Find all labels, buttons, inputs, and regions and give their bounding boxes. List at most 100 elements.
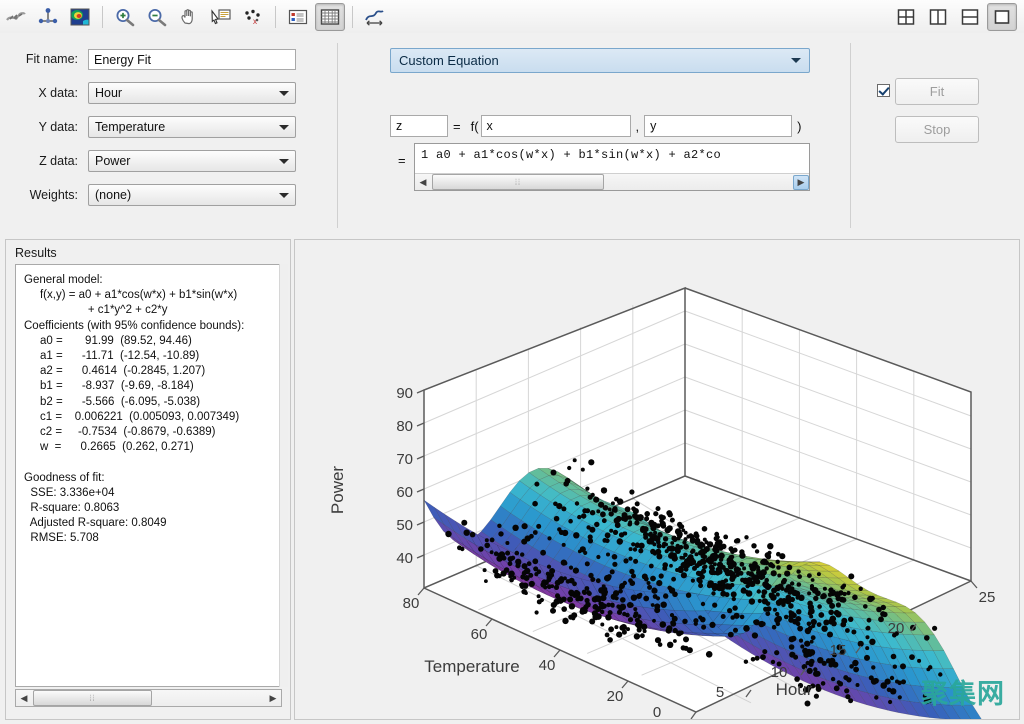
colormap-surface-icon[interactable] bbox=[65, 3, 95, 31]
equation-editor[interactable]: 1 a0 + a1*cos(w*x) + b1*sin(w*x) + a2*co… bbox=[414, 143, 810, 191]
toolbar-view-group: x bbox=[109, 3, 269, 31]
equation-scroll-thumb[interactable]: ⦙⦙ bbox=[432, 174, 604, 190]
results-textbox[interactable]: General model: f(x,y) = a0 + a1*cos(w*x)… bbox=[15, 264, 282, 687]
svg-text:15: 15 bbox=[830, 642, 847, 659]
zoom-in-icon[interactable] bbox=[110, 3, 140, 31]
weights-select[interactable]: (none) bbox=[88, 184, 296, 206]
weights-value: (none) bbox=[95, 188, 131, 202]
lower-area: Results General model: f(x,y) = a0 + a1*… bbox=[0, 236, 1024, 724]
z-data-label: Z data: bbox=[0, 154, 88, 168]
stop-button[interactable]: Stop bbox=[895, 116, 979, 143]
grid-icon[interactable] bbox=[315, 3, 345, 31]
independent-variable-x-input[interactable]: x bbox=[481, 115, 631, 137]
layout-vsplit-icon[interactable] bbox=[923, 3, 953, 31]
axes-limits-icon[interactable] bbox=[360, 3, 390, 31]
independent-variable-y-input[interactable]: y bbox=[644, 115, 792, 137]
close-paren: ) bbox=[792, 119, 806, 134]
fit-configuration-panel: Fit name: Energy Fit X data: Hour Y data… bbox=[0, 33, 1024, 236]
results-scroll-thumb[interactable]: ⦙⦙ bbox=[33, 690, 152, 706]
scroll-right-arrow-icon[interactable]: ▶ bbox=[793, 175, 809, 190]
svg-text:Power: Power bbox=[328, 466, 347, 515]
layout-single-icon[interactable] bbox=[987, 3, 1017, 31]
svg-text:0: 0 bbox=[653, 704, 661, 719]
z-data-row: Z data: Power bbox=[0, 149, 296, 173]
fit-button[interactable]: Fit bbox=[895, 78, 979, 105]
results-title: Results bbox=[15, 246, 57, 260]
surface-plot[interactable]: 90 80 70 60 50 40 Power 80 60 40 20 bbox=[295, 240, 1019, 719]
z-data-select[interactable]: Power bbox=[88, 150, 296, 172]
toolbar-divider-2 bbox=[275, 6, 276, 28]
z-data-value: Power bbox=[95, 154, 130, 168]
svg-text:25: 25 bbox=[979, 589, 996, 606]
svg-text:80: 80 bbox=[403, 595, 420, 612]
fit-type-value: Custom Equation bbox=[399, 53, 499, 68]
toolbar-display-group bbox=[282, 3, 346, 31]
fit-name-input[interactable]: Energy Fit bbox=[88, 49, 296, 70]
scroll-right-arrow-icon[interactable]: ▶ bbox=[265, 691, 281, 706]
exclude-points-icon[interactable]: x bbox=[238, 3, 268, 31]
f-open-paren: f( bbox=[466, 119, 481, 134]
results-vscrollbar[interactable] bbox=[279, 264, 288, 687]
chevron-down-icon bbox=[279, 159, 289, 164]
y-data-label: Y data: bbox=[0, 120, 88, 134]
svg-text:Temperature: Temperature bbox=[424, 657, 519, 676]
scroll-left-arrow-icon[interactable]: ◀ bbox=[415, 175, 431, 190]
svg-text:60: 60 bbox=[471, 626, 488, 643]
svg-text:80: 80 bbox=[396, 418, 413, 435]
chevron-down-icon bbox=[279, 125, 289, 130]
data-cursor-icon[interactable] bbox=[206, 3, 236, 31]
svg-text:Hour: Hour bbox=[776, 680, 813, 699]
scroll-left-arrow-icon[interactable]: ◀ bbox=[16, 691, 32, 706]
exclude-outliers-icon[interactable] bbox=[33, 3, 63, 31]
layout-quad-icon[interactable] bbox=[891, 3, 921, 31]
equation-body-equals: = bbox=[398, 153, 406, 168]
svg-text:70: 70 bbox=[396, 451, 413, 468]
fit-data-icon[interactable] bbox=[1, 3, 31, 31]
weights-label: Weights: bbox=[0, 188, 88, 202]
results-panel: Results General model: f(x,y) = a0 + a1*… bbox=[5, 239, 291, 720]
data-selection-group: Fit name: Energy Fit X data: Hour Y data… bbox=[0, 33, 337, 236]
pan-icon[interactable] bbox=[174, 3, 204, 31]
svg-text:x: x bbox=[253, 17, 257, 26]
layout-hsplit-icon[interactable] bbox=[955, 3, 985, 31]
y-data-select[interactable]: Temperature bbox=[88, 116, 296, 138]
dependent-variable-input[interactable]: z bbox=[390, 115, 448, 137]
fit-controls-group: Auto fit Fit Stop bbox=[851, 33, 1024, 236]
x-data-value: Hour bbox=[95, 86, 122, 100]
svg-text:40: 40 bbox=[539, 657, 556, 674]
results-text: General model: f(x,y) = a0 + a1*cos(w*x)… bbox=[16, 265, 281, 547]
zoom-out-icon[interactable] bbox=[142, 3, 172, 31]
svg-text:5: 5 bbox=[716, 684, 724, 701]
legend-icon[interactable] bbox=[283, 3, 313, 31]
svg-text:90: 90 bbox=[396, 385, 413, 402]
fit-name-label: Fit name: bbox=[0, 52, 88, 66]
svg-text:40: 40 bbox=[396, 550, 413, 567]
toolbar-right-group bbox=[890, 3, 1018, 31]
equation-text: 1 a0 + a1*cos(w*x) + b1*sin(w*x) + a2*co bbox=[415, 144, 809, 162]
watermark-text: 聚集网 bbox=[921, 672, 1005, 711]
chevron-down-icon bbox=[279, 193, 289, 198]
equals-sign: = bbox=[448, 119, 466, 134]
weights-row: Weights: (none) bbox=[0, 183, 296, 207]
x-data-select[interactable]: Hour bbox=[88, 82, 296, 104]
fit-name-row: Fit name: Energy Fit bbox=[0, 47, 296, 71]
toolbar: x bbox=[0, 0, 1024, 34]
y-data-row: Y data: Temperature bbox=[0, 115, 296, 139]
y-data-value: Temperature bbox=[95, 120, 165, 134]
equation-hscrollbar[interactable]: ◀ ⦙⦙ ▶ bbox=[415, 173, 809, 190]
x-data-label: X data: bbox=[0, 86, 88, 100]
toolbar-left-group bbox=[0, 3, 96, 31]
results-hscrollbar[interactable]: ◀ ⦙⦙ ▶ bbox=[15, 689, 282, 707]
toolbar-divider-3 bbox=[352, 6, 353, 28]
chevron-down-icon bbox=[791, 58, 801, 63]
fit-type-select[interactable]: Custom Equation bbox=[390, 48, 810, 73]
surface-plot-panel[interactable]: 90 80 70 60 50 40 Power 80 60 40 20 bbox=[294, 239, 1020, 720]
auto-fit-checkbox[interactable] bbox=[877, 84, 890, 97]
equation-signature-row: z = f( x , y ) bbox=[390, 115, 807, 137]
comma-sign: , bbox=[631, 119, 645, 134]
svg-text:20: 20 bbox=[607, 688, 624, 705]
toolbar-divider-1 bbox=[102, 6, 103, 28]
svg-text:60: 60 bbox=[396, 484, 413, 501]
svg-text:20: 20 bbox=[888, 620, 905, 637]
svg-text:10: 10 bbox=[771, 664, 788, 681]
